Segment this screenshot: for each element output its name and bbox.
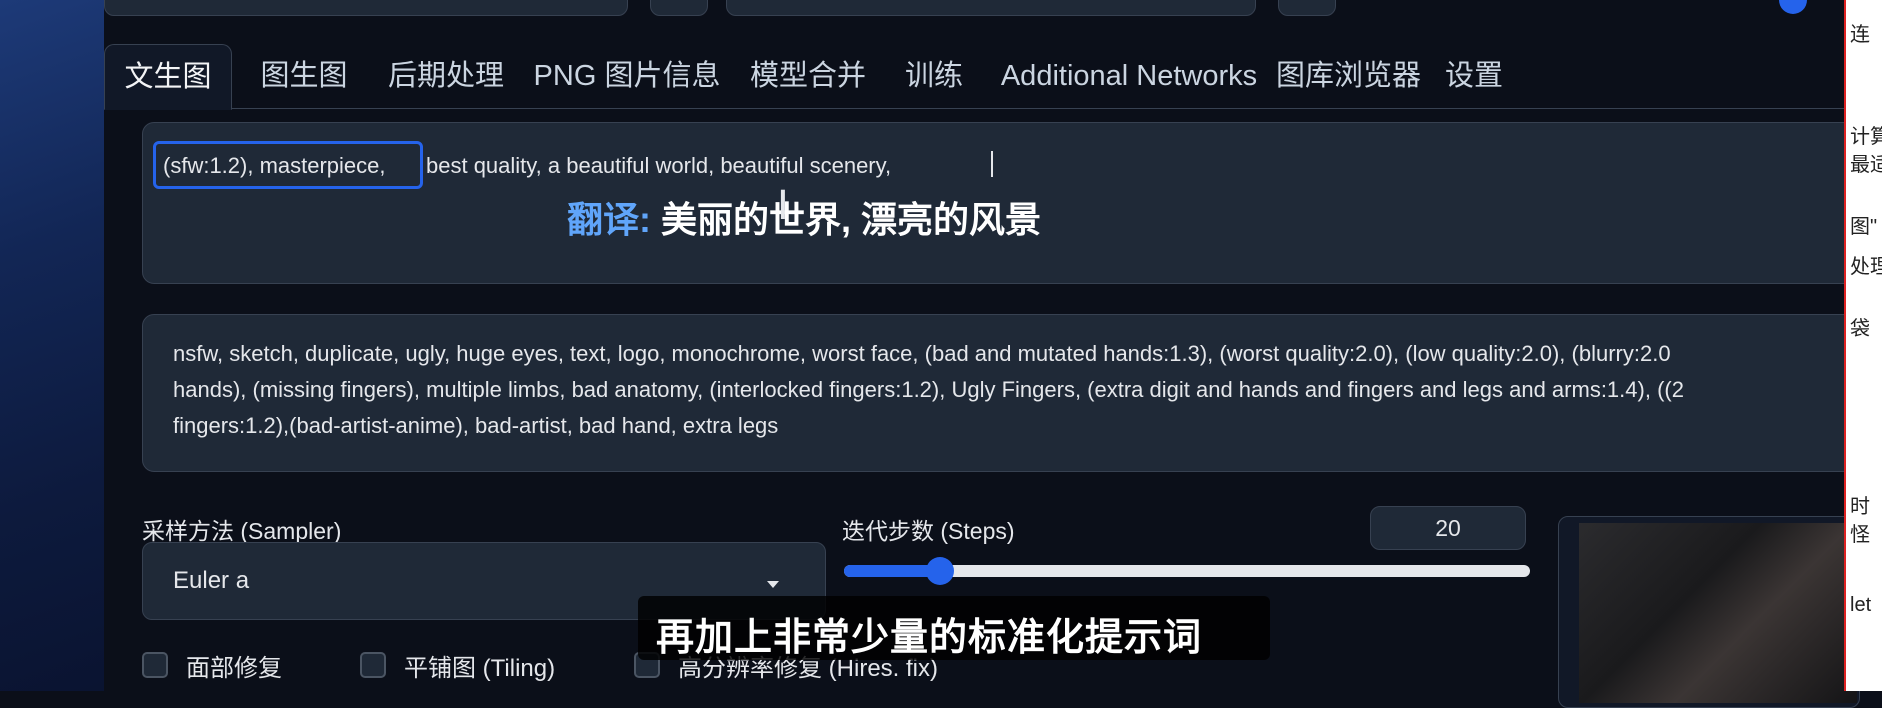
translation-overlay: 翻译: 美丽的世界, 漂亮的风景: [567, 191, 1041, 243]
steps-label: 迭代步数 (Steps): [842, 518, 1015, 544]
negative-prompt-line: hands), (missing fingers), multiple limb…: [173, 377, 1684, 402]
tiling-checkbox[interactable]: [360, 652, 386, 678]
sliver-text: 袋: [1850, 318, 1870, 340]
sliver-text: 连: [1850, 24, 1870, 46]
vae-select-field[interactable]: [726, 0, 1256, 16]
refresh-button[interactable]: [650, 0, 708, 16]
prompt-textarea[interactable]: (sfw:1.2), masterpiece, best quality, a …: [142, 122, 1864, 284]
tab-train[interactable]: 训练: [894, 44, 974, 108]
output-gallery-panel: [1558, 516, 1860, 708]
negative-prompt-line: fingers:1.2),(bad-artist-anime), bad-art…: [173, 413, 779, 438]
video-subtitle-text: 再加上非常少量的标准化提示词: [656, 617, 1203, 659]
face-restore-label: 面部修复: [186, 655, 282, 682]
tab-checkpoint-merger[interactable]: 模型合并: [740, 44, 876, 108]
tab-additional-networks[interactable]: Additional Networks: [998, 44, 1260, 108]
tiling-label: 平铺图 (Tiling): [404, 655, 556, 682]
sliver-text: 处理: [1850, 256, 1882, 278]
main-tab-bar: 文生图 图生图 后期处理 PNG 图片信息 模型合并 训练 Additional…: [104, 44, 1858, 110]
video-subtitle-bar: 再加上非常少量的标准化提示词: [638, 596, 1270, 660]
negative-prompt-line: nsfw, sketch, duplicate, ugly, huge eyes…: [173, 341, 1671, 366]
chevron-down-icon: [767, 581, 779, 588]
sliver-text: 最适: [1850, 154, 1882, 176]
webui-window: 文生图 图生图 后期处理 PNG 图片信息 模型合并 训练 Additional…: [104, 0, 1864, 708]
text-caret: [991, 151, 993, 177]
tab-settings[interactable]: 设置: [1434, 44, 1514, 108]
sliver-text: let: [1850, 594, 1872, 616]
prompt-highlighted-text: (sfw:1.2), masterpiece,: [163, 153, 386, 178]
tab-txt2img[interactable]: 文生图: [104, 44, 232, 110]
adjacent-window-sliver: 连 计算 最适 图" 处理 袋 时 怪 let: [1844, 0, 1882, 691]
negative-prompt-textarea[interactable]: nsfw, sketch, duplicate, ugly, huge eyes…: [142, 314, 1864, 472]
clip-skip-slider-thumb[interactable]: [1779, 0, 1807, 14]
tab-extras[interactable]: 后期处理: [378, 44, 514, 108]
sampler-label: 采样方法 (Sampler): [142, 518, 342, 544]
tab-image-browser[interactable]: 图库浏览器: [1276, 44, 1421, 108]
tab-img2img[interactable]: 图生图: [250, 44, 358, 108]
top-aux-button[interactable]: [1278, 0, 1336, 16]
tab-png-info[interactable]: PNG 图片信息: [532, 44, 722, 108]
output-preview-image[interactable]: [1579, 523, 1857, 703]
sliver-text: 图": [1850, 216, 1878, 238]
face-restore-checkbox[interactable]: [142, 652, 168, 678]
sliver-text: 计算: [1850, 126, 1882, 148]
translation-label: 翻译:: [567, 199, 651, 240]
translation-value: 美丽的世界, 漂亮的风景: [661, 199, 1042, 240]
sampler-value: Euler a: [173, 567, 250, 594]
sliver-text: 时: [1850, 496, 1870, 518]
model-select-field[interactable]: [104, 0, 628, 16]
sliver-text: 怪: [1850, 524, 1870, 546]
prompt-remaining-text: best quality, a beautiful world, beautif…: [426, 153, 892, 178]
steps-number-input[interactable]: 20: [1370, 506, 1526, 550]
steps-slider-thumb[interactable]: [926, 557, 954, 585]
ibeam-cursor-icon: I: [777, 183, 789, 229]
